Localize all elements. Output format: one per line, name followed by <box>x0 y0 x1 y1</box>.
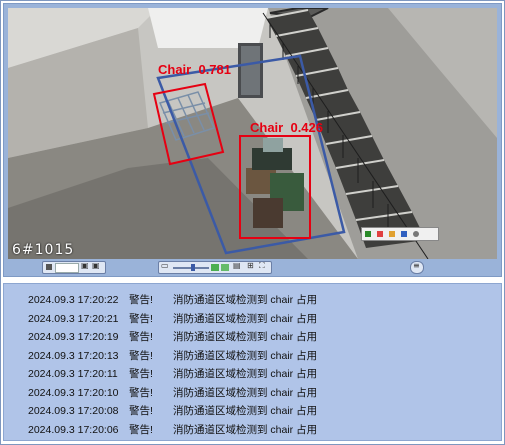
multi-view-icon[interactable]: ⊞ <box>247 261 254 270</box>
log-level: 警告! <box>129 424 153 436</box>
log-entry: 2024.09.3 17:20:06 警告! 消防通道区域检测到 chair 占用 <box>28 422 317 440</box>
log-time: 2024.09.3 17:20:19 <box>28 331 119 343</box>
video-panel: Chair 0.781 Chair 0.426 6#1015 ▣ ▣ ▭ ▤ ⊞… <box>3 3 502 277</box>
log-entry: 2024.09.3 17:20:08 警告! 消防通道区域检测到 chair 占用 <box>28 403 317 421</box>
log-time: 2024.09.3 17:20:10 <box>28 387 119 399</box>
menu-icon[interactable]: ≡ <box>413 261 420 270</box>
log-level: 警告! <box>129 405 153 417</box>
snapshot-icon[interactable]: ▣ <box>81 261 89 270</box>
log-message: 消防通道区域检测到 chair 占用 <box>173 331 318 343</box>
playback-control-group[interactable]: ▣ ▣ <box>42 261 106 274</box>
log-level: 警告! <box>129 331 153 343</box>
log-message: 消防通道区域检测到 chair 占用 <box>173 313 318 325</box>
monitor-window: Chair 0.781 Chair 0.426 6#1015 ▣ ▣ ▭ ▤ ⊞… <box>0 0 505 445</box>
log-time: 2024.09.3 17:20:22 <box>28 294 119 306</box>
menu-button[interactable]: ≡ <box>410 261 424 274</box>
record-icon[interactable] <box>46 264 52 270</box>
overlay-legend <box>361 227 439 241</box>
log-entry: 2024.09.3 17:20:21 警告! 消防通道区域检测到 chair 占用 <box>28 311 317 329</box>
log-entry: 2024.09.3 17:20:11 警告! 消防通道区域检测到 chair 占用 <box>28 366 317 384</box>
log-entry: 2024.09.3 17:20:19 警告! 消防通道区域检测到 chair 占用 <box>28 329 317 347</box>
log-time: 2024.09.3 17:20:13 <box>28 350 119 362</box>
log-entry: 2024.09.3 17:20:13 警告! 消防通道区域检测到 chair 占用 <box>28 348 317 366</box>
log-entry: 2024.09.3 17:20:10 警告! 消防通道区域检测到 chair 占用 <box>28 385 317 403</box>
alert-log-panel: 2024.09.3 17:20:22 警告! 消防通道区域检测到 chair 占用 … <box>3 283 502 441</box>
video-control-bar: ▣ ▣ ▭ ▤ ⊞ ⛶ ≡ <box>8 261 497 274</box>
log-message: 消防通道区域检测到 chair 占用 <box>173 368 318 380</box>
log-time: 2024.09.3 17:20:08 <box>28 405 119 417</box>
log-time: 2024.09.3 17:20:06 <box>28 424 119 436</box>
log-message: 消防通道区域检测到 chair 占用 <box>173 387 318 399</box>
detection-label-2: Chair 0.426 <box>250 120 324 135</box>
log-time: 2024.09.3 17:20:21 <box>28 313 119 325</box>
log-level: 警告! <box>129 350 153 362</box>
camera-icon[interactable]: ▭ <box>161 261 169 270</box>
camera-id-label: 6#1015 <box>12 242 75 258</box>
log-message: 消防通道区域检测到 chair 占用 <box>173 350 318 362</box>
settings-icon[interactable]: ▣ <box>92 261 100 270</box>
progress-field <box>55 263 79 273</box>
layout-icon[interactable] <box>221 264 229 271</box>
log-level: 警告! <box>129 387 153 399</box>
log-level: 警告! <box>129 313 153 325</box>
log-level: 警告! <box>129 368 153 380</box>
detection-label-1: Chair 0.781 <box>158 62 232 77</box>
log-message: 消防通道区域检测到 chair 占用 <box>173 294 318 306</box>
log-time: 2024.09.3 17:20:11 <box>28 368 118 380</box>
log-level: 警告! <box>129 294 153 306</box>
camera-feed[interactable]: Chair 0.781 Chair 0.426 6#1015 <box>8 8 497 259</box>
view-control-group[interactable]: ▭ ▤ ⊞ ⛶ <box>158 261 272 274</box>
fullscreen-icon[interactable]: ⛶ <box>259 261 265 271</box>
split-view-icon[interactable]: ▤ <box>233 261 241 270</box>
grid-icon[interactable] <box>211 264 219 271</box>
log-entry: 2024.09.3 17:20:22 警告! 消防通道区域检测到 chair 占用 <box>28 292 317 310</box>
volume-slider-handle[interactable] <box>191 264 195 271</box>
log-message: 消防通道区域检测到 chair 占用 <box>173 405 318 417</box>
log-message: 消防通道区域检测到 chair 占用 <box>173 424 318 436</box>
